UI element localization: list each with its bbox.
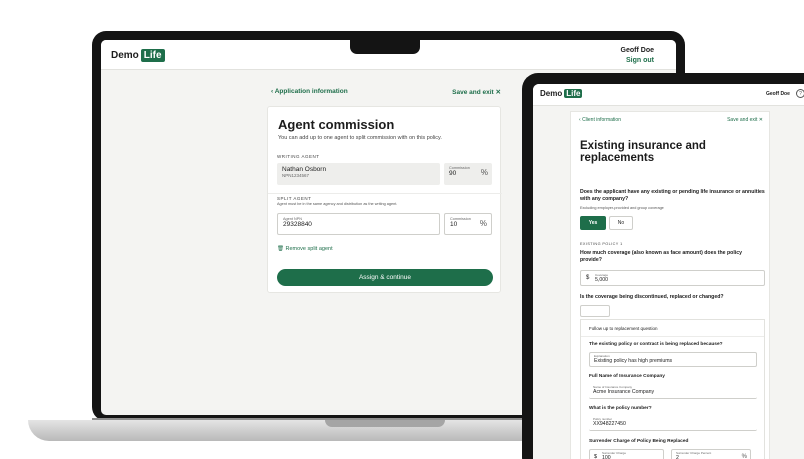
follow-up-header: Follow up to replacement question	[589, 326, 658, 331]
agent-commission-card: Agent commission You can add up to one a…	[267, 106, 502, 293]
logo-life-badge: Life	[564, 89, 583, 98]
yes-button[interactable]: Yes	[580, 216, 606, 230]
brand-logo[interactable]: Demo Life	[540, 89, 583, 98]
step-navigation: ‹ Application information Save and exit …	[271, 86, 501, 100]
close-icon: ✕	[495, 89, 501, 96]
question-coverage-amount: How much coverage (also known as face am…	[580, 250, 743, 263]
split-commission-input[interactable]: Commission 10 %	[444, 213, 492, 235]
logo-demo-text: Demo	[540, 89, 563, 98]
follow-up-panel: Follow up to replacement question The ex…	[580, 319, 765, 459]
split-npn-value: 29328840	[283, 221, 312, 228]
save-exit-label: Save and exit	[452, 89, 494, 96]
percent-icon: %	[480, 168, 488, 177]
writing-agent-name: Nathan Osborn	[282, 166, 327, 173]
device-mockup-stage: Demo Life Geoff Doe Sign out ‹ Applicati…	[0, 0, 804, 459]
explanation-input[interactable]: Explanation Existing policy has high pre…	[589, 352, 757, 367]
trash-icon: 🗑	[277, 246, 284, 252]
writing-agent-section-label: WRITING AGENT	[277, 154, 320, 159]
close-icon: ✕	[758, 117, 763, 123]
existing-insurance-card: ‹ Client information Save and exit ✕ Exi…	[570, 111, 770, 459]
user-name[interactable]: Geoff Doe	[766, 91, 790, 97]
sign-out-link[interactable]: Sign out	[621, 56, 654, 66]
save-exit-label: Save and exit	[727, 117, 758, 123]
tablet-screen: Demo Life Geoff Doe ? ‹ Client informati…	[533, 84, 804, 459]
back-link[interactable]: ‹ Client information	[579, 117, 621, 123]
user-name: Geoff Doe	[620, 47, 654, 54]
save-exit-link[interactable]: Save and exit ✕	[452, 88, 501, 96]
no-button[interactable]: No	[609, 216, 633, 230]
section-divider	[268, 193, 502, 194]
help-icon[interactable]: ?	[796, 89, 804, 98]
page-title: Existing insurance and replacements	[580, 140, 706, 164]
policy-number-value: XX948227450	[593, 421, 626, 427]
tablet-header: Demo Life Geoff Doe ?	[533, 84, 804, 106]
surrender-charge-input[interactable]: $ Surrender Charge 100	[589, 449, 664, 459]
explanation-value: Existing policy has high premiums	[594, 358, 673, 364]
back-label: Application information	[274, 88, 348, 95]
follow-up-divider	[581, 336, 764, 337]
existing-policy-section-label: EXISTING POLICY 1	[580, 242, 623, 246]
discontinued-select[interactable]	[580, 305, 610, 317]
logo-life-badge: Life	[140, 49, 165, 62]
writing-agent-npn: NPN1234567	[282, 173, 310, 178]
brand-logo[interactable]: Demo Life	[111, 49, 165, 62]
split-agent-hint: Agent must be in the same agency and dis…	[277, 202, 398, 206]
question-policy-number: What is the policy number?	[589, 406, 652, 411]
remove-split-agent-link[interactable]: 🗑 Remove split agent	[277, 246, 333, 252]
camera-notch	[350, 39, 420, 54]
policy-number-input[interactable]: Policy number XX948227450	[589, 416, 757, 431]
surrender-charge-value: 100	[602, 455, 611, 459]
writing-agent-field: Nathan Osborn NPN1234567	[277, 163, 440, 185]
surrender-percent-value: 2	[676, 455, 679, 459]
company-input[interactable]: Name of Insurance Company Acme Insurance…	[589, 384, 757, 399]
page-subtitle: You can add up to one agent to split com…	[278, 135, 442, 141]
coverage-input[interactable]: $ Coverage 5,000	[580, 270, 765, 286]
company-value: Acme Insurance Company	[593, 389, 655, 395]
question-company-name: Full Name of Insurance Company	[589, 374, 665, 379]
logo-demo-text: Demo	[111, 50, 139, 61]
question-hint: Excluding employer-provided and group co…	[580, 206, 664, 210]
percent-icon: %	[741, 454, 747, 459]
surrender-percent-input[interactable]: Surrender Charge Percent 2 %	[671, 449, 751, 459]
question-replacement-reason: The existing policy or contract is being…	[589, 342, 723, 347]
save-exit-link[interactable]: Save and exit ✕	[727, 117, 763, 123]
split-agent-npn-input[interactable]: Agent NPN 29328840	[277, 213, 440, 235]
back-link[interactable]: ‹ Application information	[271, 88, 348, 95]
currency-icon: $	[594, 454, 598, 459]
back-label: Client information	[582, 117, 621, 123]
percent-icon: %	[479, 219, 487, 228]
assign-continue-button[interactable]: Assign & continue	[277, 269, 493, 286]
coverage-value: 5,000	[595, 277, 608, 283]
question-existing-coverage: Does the applicant have any existing or …	[580, 189, 765, 202]
currency-icon: $	[586, 275, 590, 281]
user-menu: Geoff Doe Sign out	[621, 46, 654, 66]
page-title: Agent commission	[278, 117, 395, 132]
writing-commission-field: Commission 90 %	[444, 163, 492, 185]
remove-split-label: Remove split agent	[285, 246, 333, 252]
laptop-thumb-groove	[325, 420, 445, 427]
question-discontinued: Is the coverage being discontinued, repl…	[580, 294, 724, 300]
split-agent-section-label: SPLIT AGENT	[277, 196, 312, 201]
question-surrender-charge: Surrender Charge of Policy Being Replace…	[589, 439, 689, 444]
